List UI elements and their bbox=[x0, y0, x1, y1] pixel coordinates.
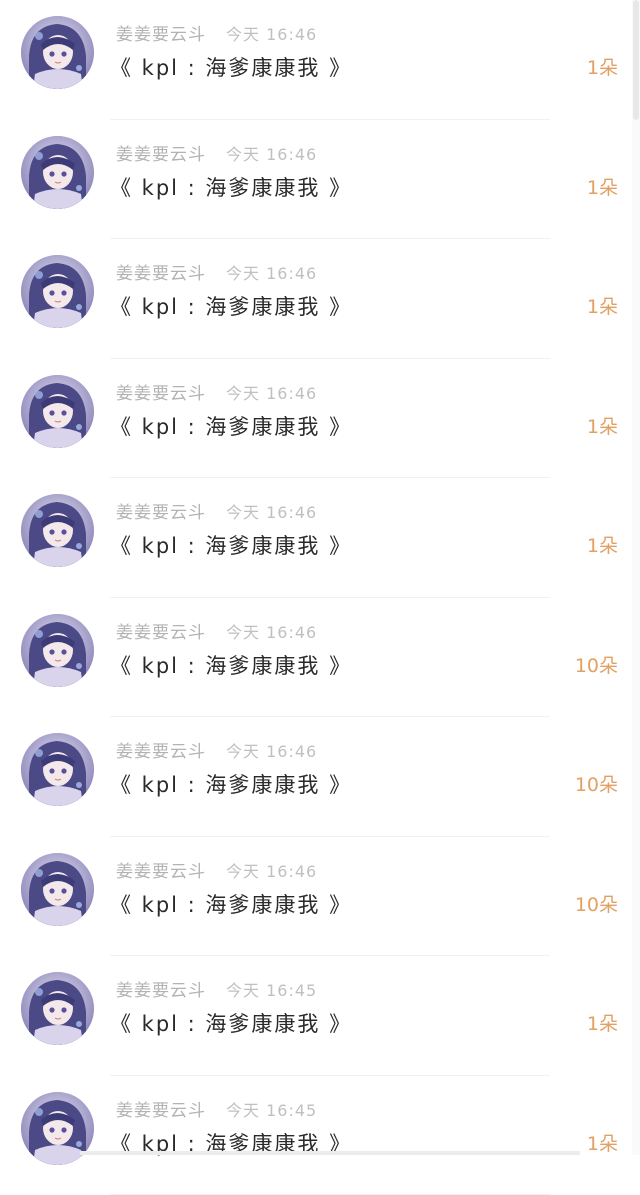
username[interactable]: 姜姜要云斗 bbox=[116, 264, 206, 284]
message-meta: 姜姜要云斗 今天 16:46 bbox=[116, 263, 317, 285]
message-row[interactable]: 姜姜要云斗 今天 16:46 《 kpl : 海爹康康我 》 1朵 bbox=[0, 0, 640, 120]
anime-girl-avatar-icon[interactable] bbox=[21, 136, 94, 209]
username[interactable]: 姜姜要云斗 bbox=[116, 742, 206, 762]
message-meta: 姜姜要云斗 今天 16:46 bbox=[116, 861, 317, 883]
username[interactable]: 姜姜要云斗 bbox=[116, 145, 206, 165]
timestamp: 今天 16:46 bbox=[226, 742, 317, 761]
anime-girl-avatar-icon[interactable] bbox=[21, 494, 94, 567]
bottom-edge-bar bbox=[80, 1151, 580, 1155]
timestamp: 今天 16:45 bbox=[226, 981, 317, 1000]
timestamp: 今天 16:46 bbox=[226, 623, 317, 642]
flower-count: 10朵 bbox=[575, 772, 618, 798]
username[interactable]: 姜姜要云斗 bbox=[116, 25, 206, 45]
flower-count: 1朵 bbox=[587, 414, 618, 440]
username[interactable]: 姜姜要云斗 bbox=[116, 981, 206, 1001]
anime-girl-avatar-icon[interactable] bbox=[21, 972, 94, 1045]
timestamp: 今天 16:46 bbox=[226, 862, 317, 881]
anime-girl-avatar-icon[interactable] bbox=[21, 614, 94, 687]
flower-count: 10朵 bbox=[575, 653, 618, 679]
timestamp: 今天 16:45 bbox=[226, 1101, 317, 1120]
message-text: 《 kpl : 海爹康康我 》 bbox=[110, 1010, 352, 1038]
flower-count: 1朵 bbox=[587, 55, 618, 81]
username[interactable]: 姜姜要云斗 bbox=[116, 1101, 206, 1121]
message-row[interactable]: 姜姜要云斗 今天 16:46 《 kpl : 海爹康康我 》 1朵 bbox=[0, 359, 640, 479]
message-row[interactable]: 姜姜要云斗 今天 16:46 《 kpl : 海爹康康我 》 10朵 bbox=[0, 598, 640, 718]
message-text: 《 kpl : 海爹康康我 》 bbox=[110, 174, 352, 202]
timestamp: 今天 16:46 bbox=[226, 145, 317, 164]
flower-count: 1朵 bbox=[587, 1011, 618, 1037]
message-row[interactable]: 姜姜要云斗 今天 16:46 《 kpl : 海爹康康我 》 1朵 bbox=[0, 120, 640, 240]
anime-girl-avatar-icon[interactable] bbox=[21, 733, 94, 806]
scrollbar-thumb[interactable] bbox=[633, 0, 639, 120]
message-row[interactable]: 姜姜要云斗 今天 16:46 《 kpl : 海爹康康我 》 1朵 bbox=[0, 478, 640, 598]
message-text: 《 kpl : 海爹康康我 》 bbox=[110, 771, 352, 799]
anime-girl-avatar-icon[interactable] bbox=[21, 853, 94, 926]
flower-count: 1朵 bbox=[587, 175, 618, 201]
message-text: 《 kpl : 海爹康康我 》 bbox=[110, 293, 352, 321]
timestamp: 今天 16:46 bbox=[226, 503, 317, 522]
anime-girl-avatar-icon[interactable] bbox=[21, 16, 94, 89]
anime-girl-avatar-icon[interactable] bbox=[21, 375, 94, 448]
flower-count: 1朵 bbox=[587, 533, 618, 559]
timestamp: 今天 16:46 bbox=[226, 25, 317, 44]
message-text: 《 kpl : 海爹康康我 》 bbox=[110, 652, 352, 680]
message-row[interactable]: 姜姜要云斗 今天 16:46 《 kpl : 海爹康康我 》 10朵 bbox=[0, 717, 640, 837]
username[interactable]: 姜姜要云斗 bbox=[116, 503, 206, 523]
anime-girl-avatar-icon[interactable] bbox=[21, 255, 94, 328]
message-meta: 姜姜要云斗 今天 16:46 bbox=[116, 741, 317, 763]
scrollbar[interactable] bbox=[632, 0, 640, 1155]
message-meta: 姜姜要云斗 今天 16:46 bbox=[116, 144, 317, 166]
message-meta: 姜姜要云斗 今天 16:45 bbox=[116, 1100, 317, 1122]
timestamp: 今天 16:46 bbox=[226, 264, 317, 283]
message-row[interactable]: 姜姜要云斗 今天 16:45 《 kpl : 海爹康康我 》 1朵 bbox=[0, 956, 640, 1076]
username[interactable]: 姜姜要云斗 bbox=[116, 862, 206, 882]
message-text: 《 kpl : 海爹康康我 》 bbox=[110, 891, 352, 919]
timestamp: 今天 16:46 bbox=[226, 384, 317, 403]
username[interactable]: 姜姜要云斗 bbox=[116, 384, 206, 404]
message-row[interactable]: 姜姜要云斗 今天 16:46 《 kpl : 海爹康康我 》 1朵 bbox=[0, 239, 640, 359]
message-meta: 姜姜要云斗 今天 16:46 bbox=[116, 622, 317, 644]
message-meta: 姜姜要云斗 今天 16:46 bbox=[116, 383, 317, 405]
username[interactable]: 姜姜要云斗 bbox=[116, 623, 206, 643]
gift-message-list: 姜姜要云斗今天 16:46《 kpl : 海爹康康我 》1朵姜姜要云斗今天 16… bbox=[0, 0, 640, 1155]
message-meta: 姜姜要云斗 今天 16:46 bbox=[116, 502, 317, 524]
flower-count: 1朵 bbox=[587, 1131, 618, 1157]
flower-count: 1朵 bbox=[587, 294, 618, 320]
message-text: 《 kpl : 海爹康康我 》 bbox=[110, 54, 352, 82]
message-row[interactable]: 姜姜要云斗 今天 16:46 《 kpl : 海爹康康我 》 10朵 bbox=[0, 837, 640, 957]
message-meta: 姜姜要云斗 今天 16:46 bbox=[116, 24, 317, 46]
message-row[interactable]: 姜姜要云斗今天 16:45《 kpl : 海爹康康我 》1朵 bbox=[0, 1076, 640, 1195]
flower-count: 10朵 bbox=[575, 892, 618, 918]
message-text: 《 kpl : 海爹康康我 》 bbox=[110, 413, 352, 441]
message-text: 《 kpl : 海爹康康我 》 bbox=[110, 532, 352, 560]
message-meta: 姜姜要云斗 今天 16:45 bbox=[116, 980, 317, 1002]
